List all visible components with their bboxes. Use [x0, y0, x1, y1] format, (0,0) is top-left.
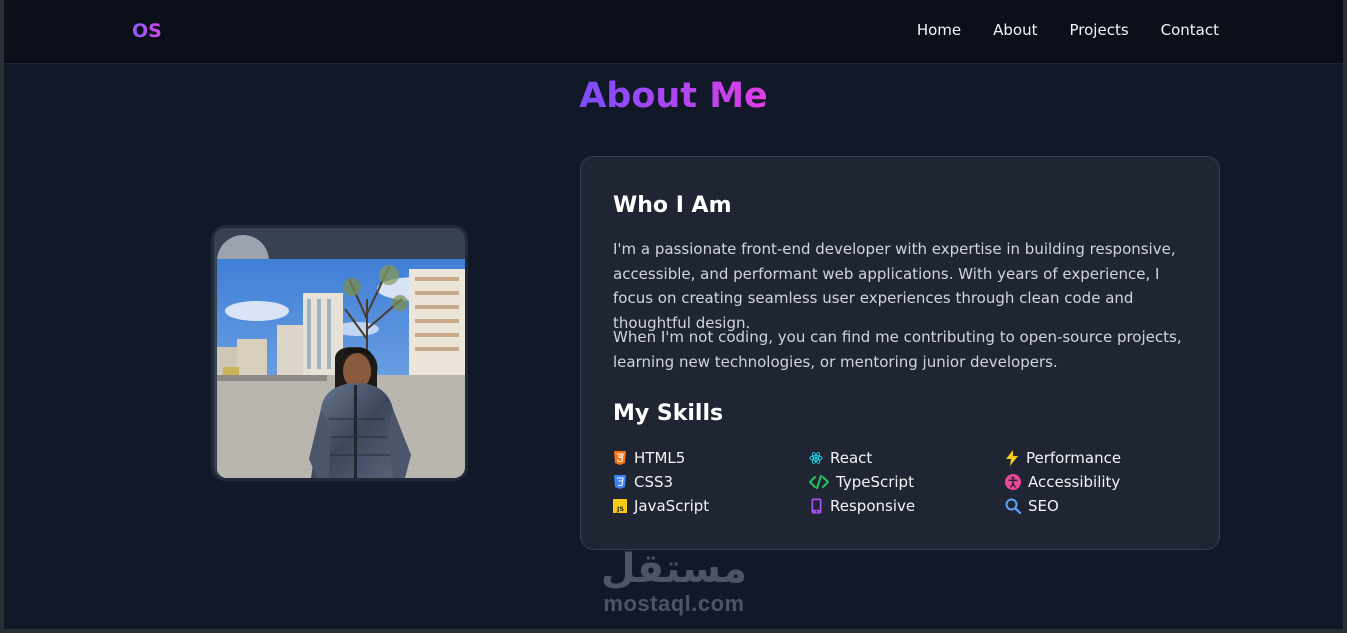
about-title-text: About Me [579, 76, 768, 116]
about-paragraph-1: I'm a passionate front-end developer wit… [613, 240, 1176, 332]
code-icon [809, 474, 829, 490]
about-info-card: Who I Am I'm a passionate front-end deve… [580, 156, 1220, 550]
skill-item: Accessibility [1005, 472, 1201, 492]
html5-icon [613, 450, 627, 466]
about-paragraph-2: When I'm not coding, you can find me con… [613, 328, 1182, 371]
skill-label: Accessibility [1028, 473, 1121, 491]
nav-link-home[interactable]: Home [917, 21, 961, 39]
mostaql-watermark: مستقل mostaql.com [592, 546, 756, 622]
bolt-icon [1005, 450, 1019, 466]
skill-item: React [809, 448, 1005, 468]
navbar: OS Home About Projects Contact [4, 0, 1343, 64]
skill-item: SEO [1005, 496, 1201, 516]
skill-item: HTML5 [613, 448, 809, 468]
skill-label: SEO [1028, 497, 1059, 515]
profile-photo-card [211, 225, 468, 481]
js-icon: JS [613, 498, 627, 514]
skill-label: HTML5 [634, 449, 686, 467]
photo-card-tab [217, 235, 269, 261]
nav-link-contact[interactable]: Contact [1161, 21, 1219, 39]
css3-icon [613, 474, 627, 490]
skill-label: CSS3 [634, 473, 674, 491]
accessibility-icon [1005, 474, 1021, 490]
profile-photo [217, 259, 465, 478]
skill-label: TypeScript [836, 473, 914, 491]
react-icon [809, 450, 823, 466]
svg-text:JS: JS [616, 505, 624, 513]
site-logo[interactable]: OS [132, 20, 162, 42]
skill-label: React [830, 449, 873, 467]
about-section-title: About Me [0, 76, 1347, 116]
skill-label: JavaScript [634, 497, 710, 515]
nav-link-projects[interactable]: Projects [1070, 21, 1129, 39]
watermark-latin-text: mostaql.com [603, 591, 745, 616]
skill-item: TypeScript [809, 472, 1005, 492]
mobile-icon [809, 498, 823, 514]
skill-item: Responsive [809, 496, 1005, 516]
skill-item: JS JavaScript [613, 496, 809, 516]
search-icon [1005, 498, 1021, 514]
window-frame-bottom [0, 629, 1347, 633]
my-skills-heading: My Skills [613, 401, 724, 426]
skill-label: Responsive [830, 497, 916, 515]
skills-grid: HTML5 React Performance CSS3 TypeScript [613, 448, 1203, 516]
who-i-am-heading: Who I Am [613, 193, 732, 218]
nav-links: Home About Projects Contact [917, 21, 1219, 39]
skill-label: Performance [1026, 449, 1122, 467]
watermark-arabic-text: مستقل [600, 546, 748, 592]
nav-link-about[interactable]: About [993, 21, 1037, 39]
skill-item: CSS3 [613, 472, 809, 492]
skill-item: Performance [1005, 448, 1201, 468]
